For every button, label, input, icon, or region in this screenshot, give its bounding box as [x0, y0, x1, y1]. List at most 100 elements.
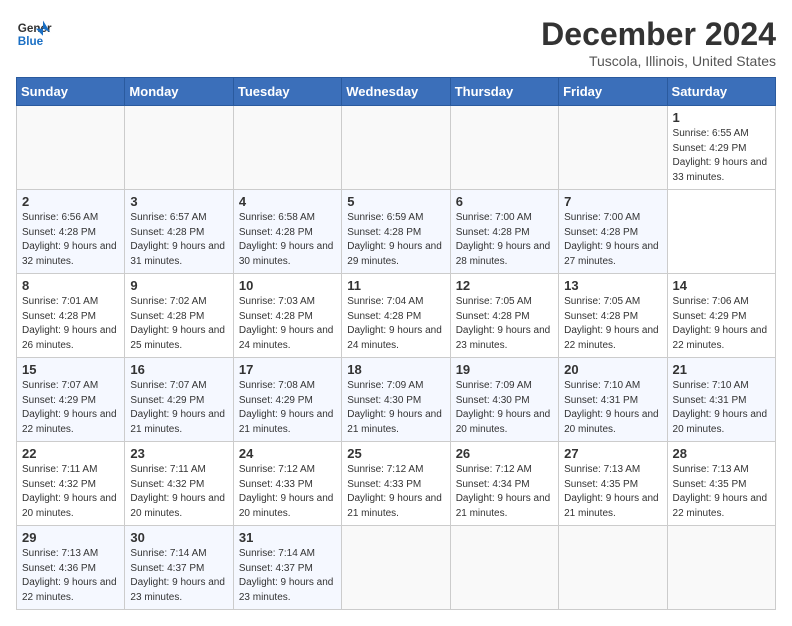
calendar-cell: 3 Sunrise: 6:57 AMSunset: 4:28 PMDaylight…: [125, 190, 233, 274]
day-number: 10: [239, 278, 336, 293]
day-number: 27: [564, 446, 661, 461]
calendar-cell: 8 Sunrise: 7:01 AMSunset: 4:28 PMDaylight…: [17, 274, 125, 358]
day-number: 25: [347, 446, 444, 461]
calendar-cell: [125, 106, 233, 190]
day-info: Sunrise: 7:12 AMSunset: 4:34 PMDaylight:…: [456, 463, 553, 521]
day-info: Sunrise: 7:07 AMSunset: 4:29 PMDaylight:…: [130, 379, 227, 437]
day-info: Sunrise: 7:08 AMSunset: 4:29 PMDaylight:…: [239, 379, 336, 437]
day-info: Sunrise: 7:00 AMSunset: 4:28 PMDaylight:…: [456, 211, 553, 269]
day-info: Sunrise: 6:55 AMSunset: 4:29 PMDaylight:…: [673, 127, 770, 185]
calendar-cell: 21 Sunrise: 7:10 AMSunset: 4:31 PMDayligh…: [667, 358, 775, 442]
calendar-week-row: 1 Sunrise: 6:55 AMSunset: 4:29 PMDaylight…: [17, 106, 776, 190]
calendar-cell: 23 Sunrise: 7:11 AMSunset: 4:32 PMDayligh…: [125, 442, 233, 526]
logo: General Blue: [16, 16, 52, 52]
calendar-cell: 28Sunrise: 7:13 AMSunset: 4:35 PMDayligh…: [667, 442, 775, 526]
day-number: 31: [239, 530, 336, 545]
calendar-cell: 25 Sunrise: 7:12 AMSunset: 4:33 PMDayligh…: [342, 442, 450, 526]
day-info: Sunrise: 7:03 AMSunset: 4:28 PMDaylight:…: [239, 295, 336, 353]
page-title: December 2024: [541, 16, 776, 53]
day-number: 16: [130, 362, 227, 377]
day-number: 17: [239, 362, 336, 377]
calendar-cell: 26 Sunrise: 7:12 AMSunset: 4:34 PMDayligh…: [450, 442, 558, 526]
calendar-table: SundayMondayTuesdayWednesdayThursdayFrid…: [16, 77, 776, 610]
calendar-week-row: 8 Sunrise: 7:01 AMSunset: 4:28 PMDaylight…: [17, 274, 776, 358]
day-info: Sunrise: 7:00 AMSunset: 4:28 PMDaylight:…: [564, 211, 661, 269]
day-number: 26: [456, 446, 553, 461]
calendar-cell: 11 Sunrise: 7:04 AMSunset: 4:28 PMDayligh…: [342, 274, 450, 358]
calendar-cell: 16 Sunrise: 7:07 AMSunset: 4:29 PMDayligh…: [125, 358, 233, 442]
calendar-cell: 29Sunrise: 7:13 AMSunset: 4:36 PMDayligh…: [17, 526, 125, 610]
svg-text:Blue: Blue: [18, 35, 44, 48]
calendar-cell: 5Sunrise: 6:59 AMSunset: 4:28 PMDaylight…: [342, 190, 450, 274]
calendar-cell: 7 Sunrise: 7:00 AMSunset: 4:28 PMDaylight…: [559, 190, 667, 274]
page-subtitle: Tuscola, Illinois, United States: [541, 53, 776, 69]
day-number: 18: [347, 362, 444, 377]
day-info: Sunrise: 6:57 AMSunset: 4:28 PMDaylight:…: [130, 211, 227, 269]
calendar-cell: 30 Sunrise: 7:14 AMSunset: 4:37 PMDayligh…: [125, 526, 233, 610]
day-number: 20: [564, 362, 661, 377]
calendar-cell: 12 Sunrise: 7:05 AMSunset: 4:28 PMDayligh…: [450, 274, 558, 358]
day-info: Sunrise: 7:12 AMSunset: 4:33 PMDaylight:…: [239, 463, 336, 521]
calendar-cell: [342, 526, 450, 610]
calendar-cell: 22Sunrise: 7:11 AMSunset: 4:32 PMDayligh…: [17, 442, 125, 526]
calendar-header-thursday: Thursday: [450, 78, 558, 106]
calendar-cell: 4Sunrise: 6:58 AMSunset: 4:28 PMDaylight…: [233, 190, 341, 274]
day-number: 12: [456, 278, 553, 293]
calendar-cell: 27 Sunrise: 7:13 AMSunset: 4:35 PMDayligh…: [559, 442, 667, 526]
calendar-week-row: 2Sunrise: 6:56 AMSunset: 4:28 PMDaylight…: [17, 190, 776, 274]
day-info: Sunrise: 7:09 AMSunset: 4:30 PMDaylight:…: [456, 379, 553, 437]
day-number: 13: [564, 278, 661, 293]
calendar-header-tuesday: Tuesday: [233, 78, 341, 106]
day-info: Sunrise: 7:10 AMSunset: 4:31 PMDaylight:…: [673, 379, 770, 437]
day-info: Sunrise: 7:13 AMSunset: 4:35 PMDaylight:…: [564, 463, 661, 521]
day-number: 5: [347, 194, 444, 209]
calendar-cell: 1 Sunrise: 6:55 AMSunset: 4:29 PMDaylight…: [667, 106, 775, 190]
day-info: Sunrise: 7:13 AMSunset: 4:35 PMDaylight:…: [673, 463, 770, 521]
calendar-header-friday: Friday: [559, 78, 667, 106]
day-info: Sunrise: 7:04 AMSunset: 4:28 PMDaylight:…: [347, 295, 444, 353]
day-number: 15: [22, 362, 119, 377]
day-info: Sunrise: 7:14 AMSunset: 4:37 PMDaylight:…: [130, 547, 227, 605]
day-info: Sunrise: 7:11 AMSunset: 4:32 PMDaylight:…: [22, 463, 119, 521]
day-number: 3: [130, 194, 227, 209]
calendar-cell: 24 Sunrise: 7:12 AMSunset: 4:33 PMDayligh…: [233, 442, 341, 526]
day-info: Sunrise: 7:09 AMSunset: 4:30 PMDaylight:…: [347, 379, 444, 437]
day-info: Sunrise: 6:56 AMSunset: 4:28 PMDaylight:…: [22, 211, 119, 269]
header: General Blue December 2024 Tuscola, Illi…: [16, 16, 776, 69]
calendar-cell: 13Sunrise: 7:05 AMSunset: 4:28 PMDayligh…: [559, 274, 667, 358]
day-number: 23: [130, 446, 227, 461]
day-number: 29: [22, 530, 119, 545]
calendar-cell: 18 Sunrise: 7:09 AMSunset: 4:30 PMDayligh…: [342, 358, 450, 442]
calendar-cell: [559, 526, 667, 610]
day-number: 30: [130, 530, 227, 545]
day-info: Sunrise: 7:10 AMSunset: 4:31 PMDaylight:…: [564, 379, 661, 437]
day-info: Sunrise: 7:11 AMSunset: 4:32 PMDaylight:…: [130, 463, 227, 521]
calendar-cell: 15Sunrise: 7:07 AMSunset: 4:29 PMDayligh…: [17, 358, 125, 442]
calendar-cell: 6Sunrise: 7:00 AMSunset: 4:28 PMDaylight…: [450, 190, 558, 274]
calendar-cell: [342, 106, 450, 190]
day-number: 7: [564, 194, 661, 209]
day-info: Sunrise: 7:05 AMSunset: 4:28 PMDaylight:…: [456, 295, 553, 353]
calendar-cell: 2Sunrise: 6:56 AMSunset: 4:28 PMDaylight…: [17, 190, 125, 274]
calendar-header-sunday: Sunday: [17, 78, 125, 106]
day-number: 1: [673, 110, 770, 125]
calendar-cell: 9 Sunrise: 7:02 AMSunset: 4:28 PMDaylight…: [125, 274, 233, 358]
calendar-cell: [233, 106, 341, 190]
day-number: 21: [673, 362, 770, 377]
day-info: Sunrise: 7:12 AMSunset: 4:33 PMDaylight:…: [347, 463, 444, 521]
day-info: Sunrise: 7:01 AMSunset: 4:28 PMDaylight:…: [22, 295, 119, 353]
day-info: Sunrise: 7:06 AMSunset: 4:29 PMDaylight:…: [673, 295, 770, 353]
calendar-week-row: 15 Sunrise: 7:07 AMSunset: 4:29 PMDayligh…: [17, 358, 776, 442]
calendar-cell: [450, 526, 558, 610]
calendar-header-wednesday: Wednesday: [342, 78, 450, 106]
calendar-cell: 10 Sunrise: 7:03 AMSunset: 4:28 PMDayligh…: [233, 274, 341, 358]
day-number: 8: [22, 278, 119, 293]
day-info: Sunrise: 7:02 AMSunset: 4:28 PMDaylight:…: [130, 295, 227, 353]
day-number: 11: [347, 278, 444, 293]
calendar-cell: 20 Sunrise: 7:10 AMSunset: 4:31 PMDayligh…: [559, 358, 667, 442]
calendar-header-saturday: Saturday: [667, 78, 775, 106]
day-number: 19: [456, 362, 553, 377]
day-number: 24: [239, 446, 336, 461]
day-number: 9: [130, 278, 227, 293]
calendar-cell: 31Sunrise: 7:14 AMSunset: 4:37 PMDayligh…: [233, 526, 341, 610]
